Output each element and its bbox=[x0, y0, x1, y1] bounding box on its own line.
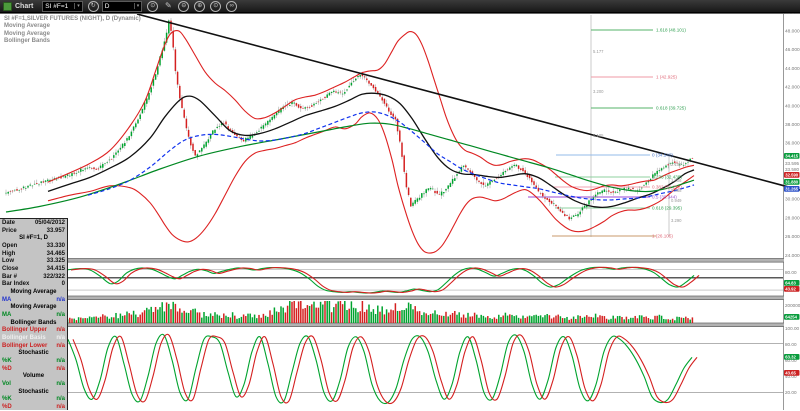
panel-axis-label: 80.00 bbox=[785, 270, 797, 275]
window-title: Chart bbox=[15, 2, 34, 10]
price-axis-label: 30.000 bbox=[785, 197, 800, 203]
svg-text:64.83: 64.83 bbox=[785, 281, 796, 286]
data-window-row: High 34.465 bbox=[2, 250, 65, 257]
draw-pencil-icon[interactable]: ✎ bbox=[163, 1, 173, 11]
fib-extension-label: 1.618 (48.101) bbox=[656, 28, 686, 33]
fib-retracement-label: 0.618 (29.395) bbox=[652, 206, 682, 211]
symbol-dropdown-arrow[interactable]: ▾ bbox=[74, 3, 80, 9]
panel-axis-label: 20.00 bbox=[785, 390, 797, 395]
interval-input[interactable]: D ▾ bbox=[101, 0, 143, 12]
data-window-section-header: Stochastic bbox=[18, 350, 49, 357]
data-window-row: %K n/a bbox=[2, 396, 65, 403]
symbol-input[interactable]: SI #F=1 ▾ bbox=[42, 0, 83, 12]
data-window-section-header: SI #F=1, D bbox=[19, 235, 48, 242]
legend-study-ma1[interactable]: Moving Average bbox=[4, 23, 141, 30]
chart-app-icon bbox=[3, 1, 12, 11]
fib-diff-label: 1.206 bbox=[671, 178, 682, 183]
data-window-section-header: Moving Average bbox=[10, 288, 57, 295]
link-icon[interactable]: ∞ bbox=[226, 0, 238, 12]
fib-retracement-label: 0 (34.540) bbox=[652, 153, 673, 158]
fib-diff-label: 0.949 bbox=[671, 198, 682, 203]
fib-diff-label: 5.185 bbox=[593, 133, 604, 138]
data-window-section-header: Bollinger Bands bbox=[10, 319, 57, 326]
svg-text:64254: 64254 bbox=[785, 315, 797, 320]
data-window-row: Price 33.957 bbox=[2, 227, 65, 234]
chart-background bbox=[0, 13, 800, 410]
plot-value-label: 33.580 bbox=[785, 167, 799, 172]
data-window-row: Bollinger Lower n/a bbox=[2, 342, 65, 349]
zoom-out-icon[interactable]: ⊖ bbox=[178, 0, 190, 12]
pane-separator[interactable] bbox=[0, 258, 784, 263]
fib-diff-label: 0.888 bbox=[671, 188, 682, 193]
panel-axis-label: 100.00 bbox=[785, 326, 799, 331]
crosshair-icon[interactable]: ⊙ bbox=[210, 0, 222, 12]
svg-text:32.590: 32.590 bbox=[785, 173, 798, 178]
data-window-row: Low 33.325 bbox=[2, 258, 65, 265]
svg-text:34.415: 34.415 bbox=[785, 154, 798, 159]
data-window-row: Bollinger Basis n/a bbox=[2, 334, 65, 341]
legend-study-ma2[interactable]: Moving Average bbox=[4, 31, 141, 38]
price-axis-label: 46.000 bbox=[785, 47, 800, 53]
data-window-row: MA n/a bbox=[2, 311, 65, 318]
data-window-row: %D n/a bbox=[2, 365, 65, 372]
data-window-section-header: Volume bbox=[22, 373, 45, 380]
data-window-row: Date 05/04/2012 bbox=[2, 219, 65, 226]
price-axis-label: 40.000 bbox=[785, 103, 800, 109]
interval-value: D bbox=[104, 2, 110, 10]
charting-app: { "toolbar": { "app_label": "Chart", "sy… bbox=[0, 0, 800, 410]
data-window-section-header: Moving Average bbox=[10, 304, 57, 311]
plot-value-label: 33.595 bbox=[785, 161, 799, 166]
legend-symbol-title: SI #F=1,SILVER FUTURES (NIGHT), D (Dynam… bbox=[4, 16, 141, 22]
refresh-icon[interactable]: ↻ bbox=[87, 0, 99, 12]
data-window-row: Bar Index 0 bbox=[2, 281, 65, 288]
data-window-row: MA n/a bbox=[2, 296, 65, 303]
fib-diff-label: 5.177 bbox=[593, 49, 604, 54]
fib-diff-label: 2.102 bbox=[671, 162, 682, 167]
data-window-row: %K n/a bbox=[2, 357, 65, 364]
window-titlebar: Chart SI #F=1 ▾ ↻ D ▾ ⊙ ✎ ⊖ ⊕ ⊙ ∞ bbox=[0, 0, 800, 13]
data-window-row: Close 34.415 bbox=[2, 265, 65, 272]
panel-axis-label: 80.00 bbox=[785, 342, 797, 347]
price-axis-label: 26.000 bbox=[785, 234, 800, 240]
fib-extension-label: 1 (42.925) bbox=[656, 75, 677, 80]
chart-canvas[interactable]: 50.00048.00046.00044.00042.00040.00038.0… bbox=[0, 0, 800, 410]
svg-text:63.32: 63.32 bbox=[785, 355, 796, 360]
interval-dropdown-arrow[interactable]: ▾ bbox=[133, 3, 139, 9]
zoom-in-icon[interactable]: ⊕ bbox=[194, 0, 206, 12]
svg-text:43.65: 43.65 bbox=[785, 371, 796, 376]
symbol-value: SI #F=1 bbox=[45, 2, 69, 10]
data-window-section-header: Stochastic bbox=[18, 388, 49, 395]
fib-diff-label: 3.200 bbox=[593, 89, 604, 94]
price-axis-label: 42.000 bbox=[785, 85, 800, 91]
fib-retracement-label: 1 (26.105) bbox=[652, 234, 673, 239]
data-window-row: Bollinger Upper n/a bbox=[2, 327, 65, 334]
svg-text:31.265: 31.265 bbox=[785, 187, 798, 192]
svg-text:31.880: 31.880 bbox=[785, 180, 798, 185]
price-axis-label: 36.000 bbox=[785, 141, 800, 147]
panel-axis-label: 200000 bbox=[785, 303, 800, 308]
legend-study-bollinger[interactable]: Bollinger Bands bbox=[4, 38, 141, 45]
price-axis-label: 44.000 bbox=[785, 66, 800, 72]
pane-separator[interactable] bbox=[0, 323, 784, 327]
fib-diff-label: 3.290 bbox=[671, 218, 682, 223]
price-axis-label: 28.000 bbox=[785, 215, 800, 221]
data-window: Date 05/04/2012 Price 33.957 SI #F=1, D Open 3… bbox=[0, 218, 68, 410]
price-axis-label: 24.000 bbox=[785, 253, 800, 259]
price-axis-label: 38.000 bbox=[785, 122, 800, 128]
data-window-row: Open 33.330 bbox=[2, 242, 65, 249]
price-axis-label: 48.000 bbox=[785, 28, 800, 34]
pane-separator[interactable] bbox=[0, 296, 784, 300]
data-window-row: Bar #322/322 bbox=[2, 273, 65, 280]
settings-icon[interactable]: ⊙ bbox=[147, 0, 159, 12]
data-window-row: Vol n/a bbox=[2, 380, 65, 387]
chart-legend: SI #F=1,SILVER FUTURES (NIGHT), D (Dynam… bbox=[4, 16, 141, 46]
svg-text:43.92: 43.92 bbox=[785, 287, 796, 292]
fib-extension-label: 0.618 (39.725) bbox=[656, 106, 686, 111]
